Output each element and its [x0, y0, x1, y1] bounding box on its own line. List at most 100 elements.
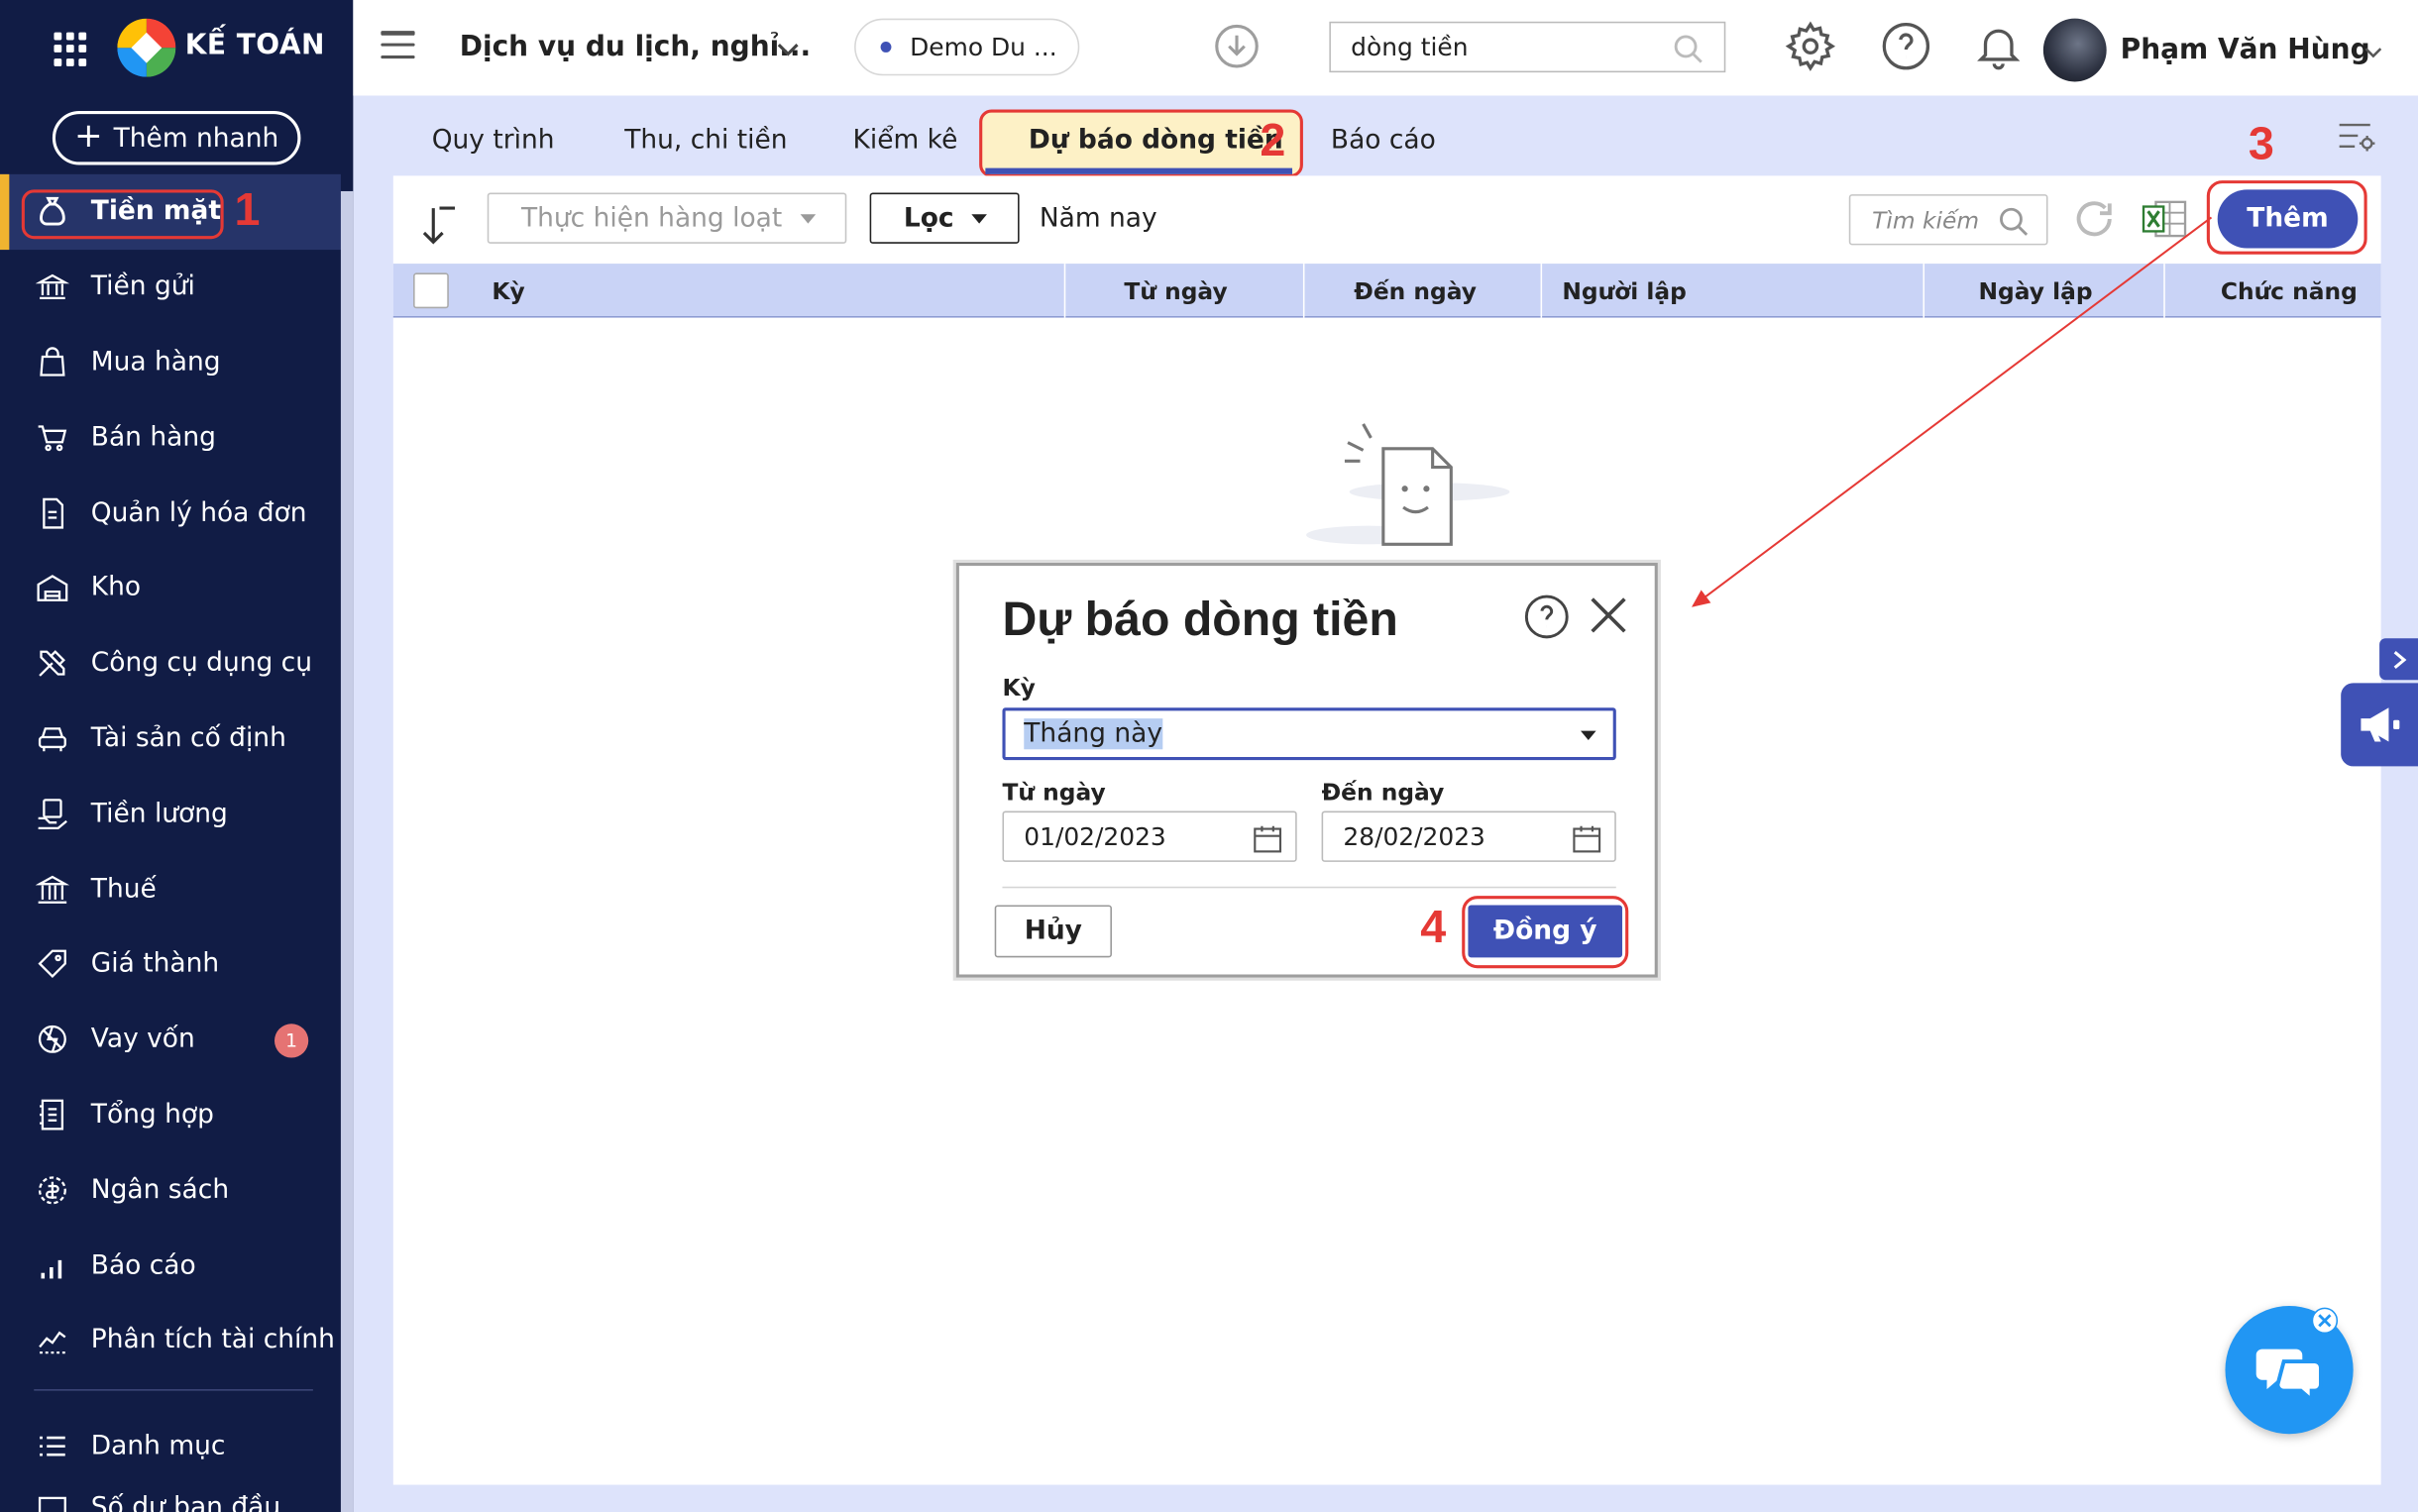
- menu-toggle-icon[interactable]: [381, 31, 415, 59]
- table-header: Kỳ Từ ngày Đến ngày Người lập Ngày lập C…: [392, 264, 2381, 318]
- add-button[interactable]: Thêm: [2217, 189, 2359, 249]
- sidebar-item-warehouse[interactable]: Kho: [0, 551, 341, 626]
- search-icon[interactable]: [1672, 33, 1705, 72]
- active-tab-indicator: [985, 167, 1293, 174]
- chevron-down-icon[interactable]: [2361, 40, 2385, 70]
- refresh-icon[interactable]: [2071, 196, 2118, 249]
- app-root: KẾ TOÁN + Thêm nhanh Tiền mặt 1 Tiền gửi…: [0, 0, 2418, 1512]
- column-divider: [1302, 264, 1305, 318]
- column-settings-icon[interactable]: [2337, 120, 2376, 160]
- sidebar-item-label: Tiền gửi: [90, 271, 195, 303]
- sidebar-item-label: Tài sản cố định: [90, 722, 286, 754]
- megaphone-icon[interactable]: [2341, 683, 2418, 767]
- tools-icon: [34, 645, 70, 682]
- cart-icon: [34, 419, 70, 456]
- app-grid-icon[interactable]: [54, 32, 87, 66]
- period-select[interactable]: Tháng này: [1002, 707, 1616, 761]
- tab-cash-flow-forecast[interactable]: Dự báo dòng tiền: [1029, 125, 1283, 156]
- empty-state-illustration: [1306, 415, 1522, 568]
- column-header-actions[interactable]: Chức năng: [2221, 264, 2358, 317]
- sidebar-item-loan[interactable]: Vay vốn 1: [0, 1002, 341, 1077]
- sidebar-item-label: Ngân sách: [90, 1174, 230, 1206]
- sidebar-item-salary[interactable]: Tiền lương: [0, 776, 341, 851]
- loan-icon: [34, 1021, 70, 1057]
- tab-reports[interactable]: Báo cáo: [1331, 125, 1436, 156]
- sidebar-item-invoice[interactable]: Quản lý hóa đơn: [0, 476, 341, 551]
- chevron-down-icon[interactable]: [773, 34, 804, 70]
- invoice-icon: [34, 494, 70, 531]
- list-search-input[interactable]: Tìm kiếm: [1848, 194, 2048, 246]
- period-value: Tháng này: [1024, 718, 1163, 750]
- annotation-number: 1: [234, 184, 261, 237]
- price-tag-icon: [34, 945, 70, 982]
- column-header-creator[interactable]: Người lập: [1562, 264, 1686, 317]
- excel-export-icon[interactable]: [2142, 197, 2188, 247]
- sidebar-item-fixed-assets[interactable]: Tài sản cố định: [0, 701, 341, 776]
- calendar-icon[interactable]: [1570, 821, 1603, 861]
- sidebar-item-label: Tiền lương: [90, 798, 228, 829]
- sidebar-item-budget[interactable]: Ngân sách: [0, 1152, 341, 1228]
- tab-inventory-check[interactable]: Kiểm kê: [853, 125, 958, 156]
- from-date-input[interactable]: 01/02/2023: [1002, 810, 1297, 862]
- sidebar-item-purchase[interactable]: Mua hàng: [0, 325, 341, 400]
- tax-building-icon: [34, 871, 70, 908]
- filter-button[interactable]: Lọc: [869, 192, 1020, 244]
- quick-add-button[interactable]: + Thêm nhanh: [52, 111, 301, 165]
- sidebar-item-tools[interactable]: Công cụ dụng cụ: [0, 625, 341, 701]
- bulk-action-dropdown[interactable]: Thực hiện hàng loạt: [487, 192, 847, 244]
- help-icon[interactable]: [1880, 20, 1932, 78]
- sidebar-scrollbar[interactable]: [340, 190, 354, 1512]
- close-chat-icon[interactable]: [2311, 1307, 2339, 1335]
- confirm-button[interactable]: Đồng ý: [1468, 905, 1623, 958]
- column-header-to-date[interactable]: Đến ngày: [1354, 264, 1477, 317]
- select-all-checkbox[interactable]: [413, 272, 449, 309]
- column-header-period[interactable]: Kỳ: [492, 264, 524, 317]
- list-icon: [34, 1428, 70, 1464]
- bar-chart-icon: [34, 1246, 70, 1283]
- dialog-divider: [1002, 886, 1616, 889]
- help-icon[interactable]: [1523, 594, 1570, 646]
- settings-gear-icon[interactable]: [1784, 20, 1836, 78]
- sidebar-item-deposit[interactable]: Tiền gửi: [0, 250, 341, 325]
- warehouse-icon: [34, 570, 70, 606]
- global-search-input[interactable]: dòng tiền: [1329, 21, 1726, 73]
- tab-receipts-payments[interactable]: Thu, chi tiền: [624, 125, 787, 156]
- bank-icon: [34, 269, 70, 305]
- sort-icon[interactable]: [419, 203, 459, 253]
- to-date-input[interactable]: 28/02/2023: [1321, 810, 1616, 862]
- sidebar-item-financial-analysis[interactable]: Phân tích tài chính: [0, 1303, 341, 1378]
- cancel-button[interactable]: Hủy: [994, 905, 1112, 958]
- sidebar-item-general[interactable]: Tổng hợp: [0, 1077, 341, 1152]
- annotation-highlight: [21, 189, 224, 240]
- user-name[interactable]: Phạm Văn Hùng: [2121, 34, 2370, 66]
- avatar[interactable]: [2042, 18, 2107, 82]
- notification-bell-icon[interactable]: [1972, 20, 2025, 78]
- to-date-label: Đến ngày: [1321, 778, 1445, 807]
- caret-down-icon[interactable]: [1581, 730, 1596, 740]
- sidebar-item-sales[interactable]: Bán hàng: [0, 400, 341, 476]
- company-selector[interactable]: Dịch vụ du lịch, nghỉ...: [460, 31, 811, 63]
- database-name: Demo Du ...: [910, 32, 1057, 62]
- search-icon[interactable]: [1997, 205, 2031, 245]
- sidebar-item-opening-balance[interactable]: Số dư ban đầu: [0, 1484, 341, 1512]
- sidebar-item-cash[interactable]: Tiền mặt 1: [0, 173, 341, 250]
- column-header-created-date[interactable]: Ngày lập: [1979, 264, 2093, 317]
- database-selector[interactable]: Demo Du ...: [854, 18, 1080, 76]
- sidebar-item-tax[interactable]: Thuế: [0, 851, 341, 926]
- column-header-from-date[interactable]: Từ ngày: [1124, 264, 1227, 317]
- download-icon[interactable]: [1214, 23, 1261, 75]
- sidebar-item-label: Công cụ dụng cụ: [90, 647, 312, 679]
- salary-icon: [34, 796, 70, 832]
- quick-add-label: Thêm nhanh: [113, 122, 279, 154]
- sidebar-item-cost[interactable]: Giá thành: [0, 926, 341, 1002]
- to-date-value: 28/02/2023: [1343, 821, 1485, 851]
- sidebar-item-catalog[interactable]: Danh mục: [0, 1409, 341, 1484]
- chevron-right-icon[interactable]: [2379, 638, 2418, 681]
- filter-label: Lọc: [903, 202, 954, 234]
- tab-process[interactable]: Quy trình: [432, 125, 555, 156]
- close-icon[interactable]: [1587, 594, 1630, 643]
- sidebar-item-label: Giá thành: [90, 948, 220, 980]
- annotation-number: 4: [1420, 902, 1447, 953]
- sidebar-item-reports[interactable]: Báo cáo: [0, 1228, 341, 1303]
- calendar-icon[interactable]: [1251, 821, 1284, 861]
